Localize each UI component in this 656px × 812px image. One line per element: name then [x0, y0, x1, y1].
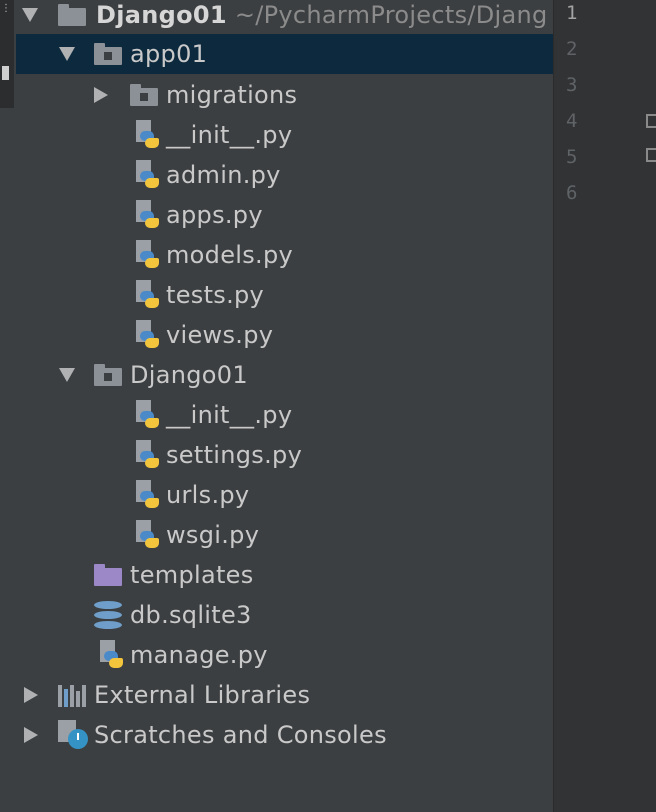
tree-label: tests.py: [166, 281, 265, 309]
tree-row-file[interactable]: models.py: [16, 235, 553, 275]
python-file-icon: [134, 400, 160, 430]
folder-icon: [58, 4, 86, 26]
fold-marker-icon[interactable]: [646, 114, 656, 128]
tree-label: wsgi.py: [166, 521, 260, 549]
tree-row-file[interactable]: __init__.py: [16, 115, 553, 155]
collapse-arrow-icon[interactable]: [24, 687, 38, 703]
line-number[interactable]: 5: [566, 146, 577, 168]
expand-arrow-icon[interactable]: [59, 47, 75, 61]
side-tool-strip: ⋮: [0, 0, 17, 812]
tree-label: app01: [130, 40, 208, 68]
tree-label: __init__.py: [166, 121, 293, 149]
collapse-arrow-icon[interactable]: [94, 87, 108, 103]
tree-row-file[interactable]: wsgi.py: [16, 515, 553, 555]
python-file-icon: [134, 440, 160, 470]
tree-row-django01-package[interactable]: Django01: [16, 355, 553, 395]
expand-arrow-icon[interactable]: [59, 368, 75, 382]
python-file-icon: [134, 320, 160, 350]
package-folder-icon: [94, 43, 122, 65]
tree-label: templates: [130, 561, 254, 589]
library-icon: [58, 683, 88, 707]
tree-row-db[interactable]: db.sqlite3: [16, 595, 553, 635]
python-file-icon: [134, 520, 160, 550]
tree-row-file[interactable]: __init__.py: [16, 395, 553, 435]
tree-row-file[interactable]: views.py: [16, 315, 553, 355]
tree-label: models.py: [166, 241, 294, 269]
tree-row-root[interactable]: Django01 ~/PycharmProjects/Djang: [16, 0, 553, 35]
line-number[interactable]: 1: [566, 2, 577, 24]
collapse-arrow-icon[interactable]: [24, 727, 38, 743]
tree-row-file[interactable]: settings.py: [16, 435, 553, 475]
line-number[interactable]: 2: [566, 38, 577, 60]
python-file-icon: [134, 200, 160, 230]
project-tool-tab[interactable]: ⋮: [0, 0, 14, 108]
tree-row-file[interactable]: admin.py: [16, 155, 553, 195]
root-project-name: Django01: [96, 1, 227, 29]
database-icon: [94, 601, 122, 629]
tree-label: urls.py: [166, 481, 250, 509]
tree-label: apps.py: [166, 201, 263, 229]
expand-arrow-icon[interactable]: [22, 8, 38, 22]
project-tab-glyph: ⋮: [1, 3, 11, 14]
tree-row-scratches[interactable]: Scratches and Consoles: [16, 715, 553, 755]
tree-label: Django01: [130, 361, 248, 389]
tree-label: db.sqlite3: [130, 601, 252, 629]
tree-label: settings.py: [166, 441, 303, 469]
tree-label: manage.py: [130, 641, 268, 669]
fold-marker-icon[interactable]: [646, 148, 656, 162]
tree-row-migrations[interactable]: migrations: [16, 75, 553, 115]
editor-gutter: 1 2 3 4 5 6: [553, 0, 656, 812]
root-project-path: ~/PycharmProjects/Djang: [234, 1, 548, 29]
python-file-icon: [134, 240, 160, 270]
line-number[interactable]: 6: [566, 182, 577, 204]
tree-row-file[interactable]: apps.py: [16, 195, 553, 235]
line-number[interactable]: 3: [566, 74, 577, 96]
tree-row-file[interactable]: tests.py: [16, 275, 553, 315]
tree-row-app01[interactable]: app01: [16, 34, 553, 74]
python-file-icon: [134, 120, 160, 150]
tree-label: Scratches and Consoles: [94, 721, 387, 749]
scratches-clock-icon: [56, 720, 90, 750]
line-number[interactable]: 4: [566, 110, 577, 132]
package-folder-icon: [130, 84, 158, 106]
tree-row-external-libraries[interactable]: External Libraries: [16, 675, 553, 715]
tree-label: migrations: [166, 81, 298, 109]
templates-folder-icon: [94, 564, 122, 586]
project-tree: Django01 ~/PycharmProjects/Djang app01 m…: [16, 0, 553, 812]
tree-row-templates[interactable]: templates: [16, 555, 553, 595]
python-file-icon: [98, 640, 124, 670]
package-folder-icon: [94, 364, 122, 386]
tree-label: External Libraries: [94, 681, 311, 709]
project-tab-marker: [2, 66, 9, 80]
tree-label: __init__.py: [166, 401, 293, 429]
tree-label: views.py: [166, 321, 274, 349]
tree-row-file[interactable]: urls.py: [16, 475, 553, 515]
python-file-icon: [134, 160, 160, 190]
python-file-icon: [134, 280, 160, 310]
python-file-icon: [134, 480, 160, 510]
tree-row-manage[interactable]: manage.py: [16, 635, 553, 675]
tree-label: admin.py: [166, 161, 281, 189]
